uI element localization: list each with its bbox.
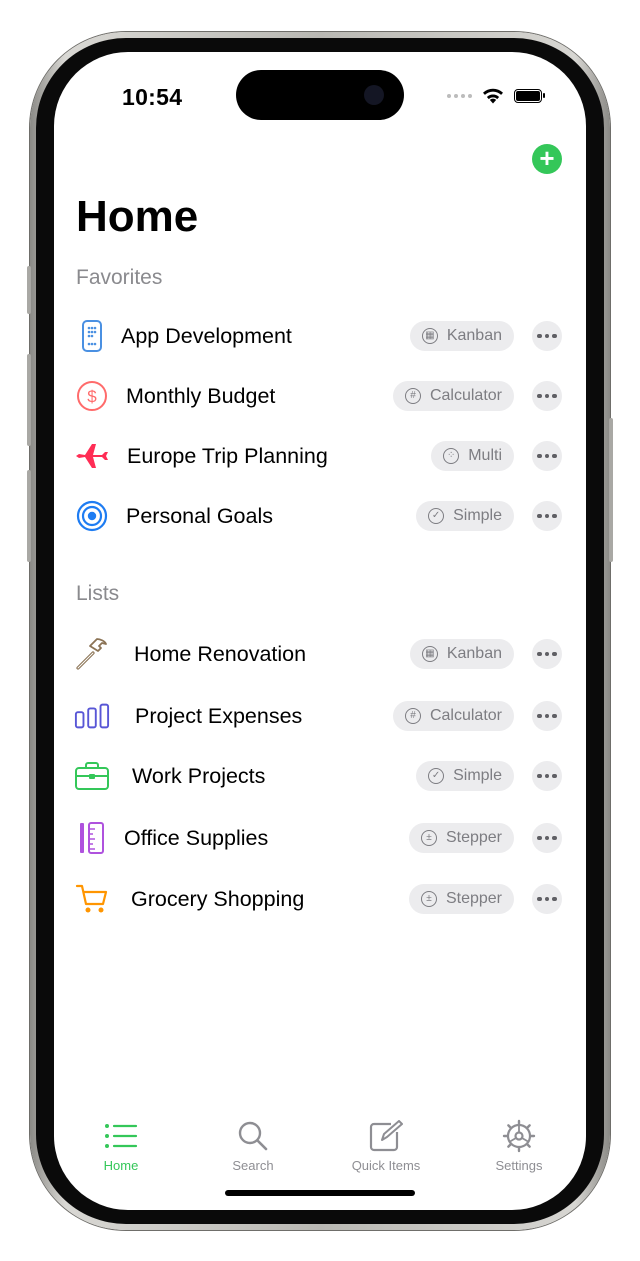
ruler-icon	[74, 820, 110, 856]
list-item-label: Monthly Budget	[126, 383, 276, 408]
kanban-icon: ▦	[421, 646, 438, 662]
type-chip[interactable]: # Calculator	[392, 701, 514, 731]
list-item[interactable]: Project Expenses # Calculator	[54, 690, 586, 742]
compose-icon	[331, 1118, 441, 1154]
type-chip[interactable]: ✓ Simple	[416, 501, 514, 531]
list-item-label: App Development	[121, 323, 292, 348]
list-item-label: Office Supplies	[124, 825, 269, 850]
camera-icon	[364, 85, 384, 105]
list-item[interactable]: $ Monthly Budget # Calculator	[54, 370, 586, 422]
tab-quick-items[interactable]: Quick Items	[331, 1118, 441, 1173]
list-item-label: Grocery Shopping	[131, 886, 305, 911]
multi-icon: ⁘	[443, 448, 460, 464]
more-button[interactable]	[532, 761, 562, 791]
list-item-label: Personal Goals	[126, 503, 273, 528]
section-lists: Lists	[76, 582, 120, 605]
list-item-label: Work Projects	[132, 763, 266, 788]
list-item[interactable]: Home Renovation ▦ Kanban	[54, 628, 586, 680]
tab-label: Home	[103, 1158, 139, 1173]
chip-label: Calculator	[429, 387, 502, 404]
tab-bar: Home Search Quick Items Settings	[54, 1100, 586, 1210]
volume-up-button	[27, 354, 31, 446]
chip-label: Calculator	[429, 707, 502, 724]
power-button	[609, 418, 613, 562]
list-item-label: Project Expenses	[135, 703, 303, 728]
tab-label: Quick Items	[351, 1158, 421, 1173]
chip-label: Simple	[453, 507, 502, 524]
phone-icon	[74, 318, 110, 354]
more-button[interactable]	[532, 701, 562, 731]
list-item[interactable]: Europe Trip Planning ⁘ Multi	[54, 430, 586, 482]
hash-icon: #	[404, 388, 421, 404]
target-icon	[74, 498, 110, 534]
cart-icon	[74, 881, 110, 917]
chip-label: Simple	[453, 767, 502, 784]
briefcase-icon	[74, 758, 110, 794]
more-button[interactable]	[532, 501, 562, 531]
airplane-icon	[74, 438, 110, 474]
status-indicators	[447, 88, 545, 104]
add-button[interactable]: +	[532, 144, 562, 174]
battery-icon	[514, 89, 545, 103]
check-icon: ✓	[428, 768, 445, 784]
dynamic-island	[236, 70, 404, 120]
more-button[interactable]	[532, 884, 562, 914]
more-button[interactable]	[532, 823, 562, 853]
list-item-label: Home Renovation	[134, 641, 307, 666]
hash-icon: #	[404, 708, 421, 724]
section-favorites: Favorites	[76, 266, 163, 289]
tab-settings[interactable]: Settings	[464, 1118, 574, 1173]
list-item[interactable]: Personal Goals ✓ Simple	[54, 490, 586, 542]
kanban-icon: ▦	[421, 328, 438, 344]
list-item[interactable]: App Development ▦ Kanban	[54, 310, 586, 362]
bar-chart-icon	[74, 698, 110, 734]
chip-label: Stepper	[445, 829, 502, 846]
tab-label: Settings	[495, 1158, 543, 1173]
tab-label: Search	[232, 1158, 274, 1173]
page-title: Home	[76, 192, 199, 241]
list-item[interactable]: Office Supplies ± Stepper	[54, 812, 586, 864]
status-time: 10:54	[122, 84, 183, 110]
plus-minus-icon: ±	[420, 830, 437, 846]
tab-search[interactable]: Search	[198, 1118, 308, 1173]
more-button[interactable]	[532, 441, 562, 471]
volume-down-button	[27, 470, 31, 562]
list-item[interactable]: Grocery Shopping ± Stepper	[54, 873, 586, 925]
gear-icon	[464, 1118, 574, 1154]
list-item-label: Europe Trip Planning	[127, 443, 328, 468]
svg-text:$: $	[87, 387, 97, 406]
list-item[interactable]: Work Projects ✓ Simple	[54, 750, 586, 802]
chip-label: Stepper	[445, 890, 502, 907]
wifi-icon	[483, 88, 503, 104]
type-chip[interactable]: # Calculator	[392, 381, 514, 411]
action-button	[27, 266, 31, 314]
search-icon	[198, 1118, 308, 1154]
signal-icon	[447, 94, 472, 98]
type-chip[interactable]: ▦ Kanban	[409, 321, 514, 351]
chip-label: Kanban	[446, 327, 502, 344]
screen: 10:54 + Home Favorites App Development ▦…	[54, 52, 586, 1210]
more-button[interactable]	[532, 321, 562, 351]
type-chip[interactable]: ± Stepper	[408, 884, 514, 914]
type-chip[interactable]: ▦ Kanban	[409, 639, 514, 669]
tab-home[interactable]: Home	[66, 1118, 176, 1173]
check-icon: ✓	[428, 508, 445, 524]
type-chip[interactable]: ✓ Simple	[416, 761, 514, 791]
type-chip[interactable]: ⁘ Multi	[431, 441, 514, 471]
more-button[interactable]	[532, 639, 562, 669]
chip-label: Multi	[468, 447, 502, 464]
home-indicator	[225, 1190, 415, 1196]
more-button[interactable]	[532, 381, 562, 411]
chip-label: Kanban	[446, 645, 502, 662]
plus-minus-icon: ±	[420, 891, 437, 907]
hammer-icon	[74, 636, 110, 672]
dollar-icon: $	[74, 378, 110, 414]
list-icon	[66, 1118, 176, 1154]
type-chip[interactable]: ± Stepper	[408, 823, 514, 853]
